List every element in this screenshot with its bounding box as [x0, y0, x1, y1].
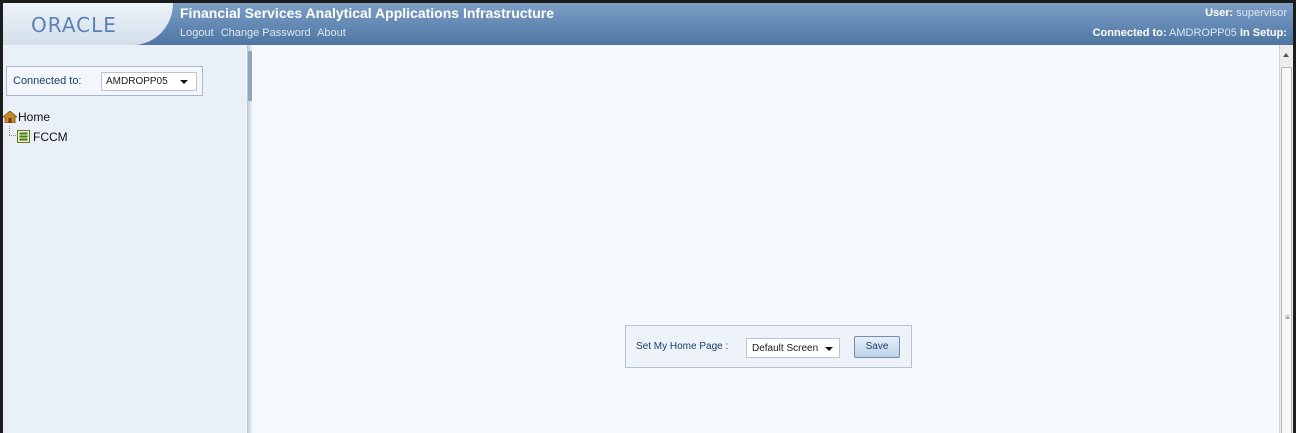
app-title: Financial Services Analytical Applicatio…	[180, 5, 554, 21]
connection-select[interactable]: AMDROPP05	[101, 72, 197, 91]
tree-item-label: FCCM	[33, 130, 68, 144]
tree-item-label: Home	[18, 110, 51, 124]
chevron-down-icon	[825, 347, 833, 351]
sidebar-connected-label: Connected to:	[13, 75, 82, 87]
scroll-grip-icon: ≡	[1285, 313, 1290, 322]
main-content: Set My Home Page : Default Screen Save	[252, 45, 1279, 433]
scrollbar-thumb[interactable]: ≡	[1281, 67, 1292, 433]
connected-label: Connected to:	[1092, 27, 1167, 39]
user-info: User: supervisor	[1205, 7, 1287, 19]
app-header: ORACLE Financial Services Analytical App…	[3, 3, 1293, 45]
home-page-panel: Set My Home Page : Default Screen Save	[625, 325, 912, 368]
user-value: supervisor	[1236, 7, 1287, 19]
tree-connector	[9, 126, 10, 135]
chevron-down-icon	[180, 80, 188, 84]
home-page-select[interactable]: Default Screen	[746, 338, 840, 358]
change-password-link[interactable]: Change Password	[221, 27, 311, 39]
connection-info: Connected to: AMDROPP05 In Setup:	[1093, 27, 1287, 39]
logout-link[interactable]: Logout	[180, 27, 214, 39]
sidebar: Connected to: AMDROPP05 Home FCCM	[3, 45, 248, 433]
tree-connector	[9, 135, 16, 136]
save-button[interactable]: Save	[854, 336, 900, 358]
in-setup-label: In Setup:	[1239, 27, 1287, 39]
user-label: User:	[1205, 7, 1234, 19]
home-icon	[3, 111, 17, 123]
logo-area: ORACLE	[3, 3, 173, 45]
connection-selector-box: Connected to: AMDROPP05	[6, 66, 203, 96]
about-link[interactable]: About	[317, 27, 346, 39]
vertical-scrollbar[interactable]: ≡	[1279, 45, 1293, 433]
scroll-up-arrow-icon[interactable]	[1283, 53, 1289, 57]
oracle-logo: ORACLE	[31, 13, 117, 37]
home-page-select-value: Default Screen	[752, 343, 819, 354]
connected-value: AMDROPP05	[1169, 27, 1237, 39]
header-links: Logout Change Password About	[180, 27, 350, 39]
home-page-label: Set My Home Page :	[636, 341, 729, 352]
app-window: ORACLE Financial Services Analytical App…	[0, 0, 1296, 433]
connection-select-value: AMDROPP05	[106, 76, 168, 87]
fccm-node-icon	[17, 130, 30, 143]
